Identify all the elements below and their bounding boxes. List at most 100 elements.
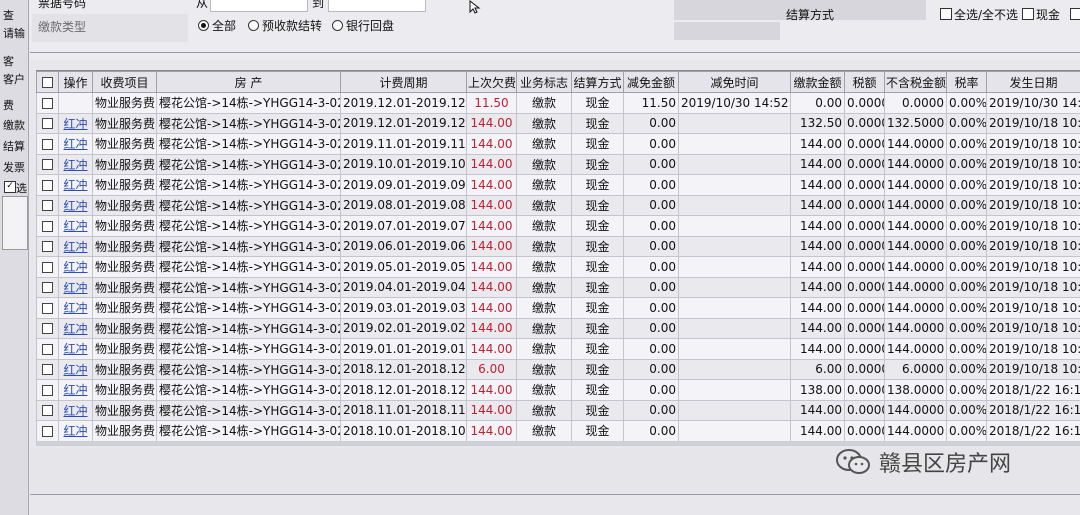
extra-checkbox[interactable]: [1070, 8, 1080, 20]
header-reduce-time[interactable]: 减免时间: [678, 71, 791, 93]
table-row[interactable]: 红冲 物业服务费 樱花公馆->14栋->YHGG14-3-0203 2018.12.0…: [36, 358, 1080, 380]
row-checkbox[interactable]: [42, 364, 53, 376]
header-flag[interactable]: 业务标志: [516, 71, 572, 93]
table-row[interactable]: 物业服务费 樱花公馆->14栋->YHGG14-3-0203 2019.12.01-…: [36, 92, 1080, 114]
cell-op[interactable]: [58, 92, 93, 114]
table-row[interactable]: 红冲 物业服务费 樱花公馆->14栋->YHGG14-3-0203 2019.07.0…: [36, 215, 1080, 237]
cell-select[interactable]: [36, 112, 59, 134]
from-input[interactable]: [210, 0, 308, 12]
table-row[interactable]: 红冲 物业服务费 樱花公馆->14栋->YHGG14-3-0203 2019.10.0…: [36, 153, 1080, 175]
cell-select[interactable]: [36, 317, 59, 339]
cell-select[interactable]: [36, 235, 59, 257]
red-reverse-link[interactable]: 红冲: [58, 276, 93, 298]
cell-select[interactable]: [36, 256, 59, 278]
radio-all[interactable]: [198, 20, 209, 31]
row-checkbox[interactable]: [42, 405, 53, 417]
table-row[interactable]: 红冲 物业服务费 樱花公馆->14栋->YHGG14-3-0203 2018.11.0…: [36, 399, 1080, 421]
row-checkbox[interactable]: [42, 282, 53, 294]
row-checkbox[interactable]: [42, 241, 53, 253]
select-all-checkbox[interactable]: [940, 8, 952, 20]
nav-item-customer[interactable]: 客: [3, 56, 27, 68]
red-reverse-link[interactable]: 红冲: [58, 133, 93, 155]
header-rate[interactable]: 税率: [946, 71, 987, 93]
nav-item-customer-2[interactable]: 客户: [3, 74, 27, 86]
cell-select[interactable]: [36, 92, 59, 114]
header-property[interactable]: 房 产: [156, 71, 341, 93]
header-notax[interactable]: 不含税金额: [884, 71, 947, 93]
radio-bank[interactable]: [332, 20, 343, 31]
nav-item-invoice[interactable]: 发票: [3, 162, 27, 174]
red-reverse-link[interactable]: 红冲: [58, 338, 93, 360]
red-reverse-link[interactable]: 红冲: [58, 297, 93, 319]
table-row[interactable]: 红冲 物业服务费 樱花公馆->14栋->YHGG14-3-0203 2019.12.0…: [36, 112, 1080, 134]
table-row[interactable]: 红冲 物业服务费 樱花公馆->14栋->YHGG14-3-0203 2018.12.0…: [36, 379, 1080, 401]
red-reverse-link[interactable]: 红冲: [58, 358, 93, 380]
red-reverse-link[interactable]: 红冲: [58, 194, 93, 216]
nav-item-input[interactable]: 请输: [3, 28, 27, 40]
red-reverse-link[interactable]: 红冲: [58, 379, 93, 401]
row-checkbox[interactable]: [42, 118, 53, 130]
header-period[interactable]: 计费周期: [340, 71, 467, 93]
red-reverse-link[interactable]: 红冲: [58, 420, 93, 441]
table-row[interactable]: 红冲 物业服务费 樱花公馆->14栋->YHGG14-3-0203 2019.03.0…: [36, 297, 1080, 319]
cell-select[interactable]: [36, 215, 59, 237]
cell-select[interactable]: [36, 133, 59, 155]
header-date[interactable]: 发生日期: [986, 71, 1080, 93]
header-paid[interactable]: 缴款金额: [790, 71, 845, 93]
cell-select[interactable]: [36, 297, 59, 319]
row-checkbox[interactable]: [42, 200, 53, 212]
row-checkbox[interactable]: [42, 343, 53, 355]
red-reverse-link[interactable]: 红冲: [58, 317, 93, 339]
red-reverse-link[interactable]: 红冲: [58, 215, 93, 237]
red-reverse-link[interactable]: 红冲: [58, 256, 93, 278]
header-reduce[interactable]: 减免金额: [623, 71, 679, 93]
cell-select[interactable]: [36, 358, 59, 380]
nav-select-checkbox[interactable]: ✓: [4, 181, 16, 193]
header-method[interactable]: 结算方式: [571, 71, 624, 93]
table-row[interactable]: 红冲 物业服务费 樱花公馆->14栋->YHGG14-3-0203 2019.04.0…: [36, 276, 1080, 298]
to-input[interactable]: [328, 0, 426, 12]
row-checkbox[interactable]: [42, 425, 53, 437]
row-checkbox[interactable]: [42, 159, 53, 171]
nav-item-query[interactable]: 查: [3, 10, 27, 22]
table-row[interactable]: 红冲 物业服务费 樱花公馆->14栋->YHGG14-3-0203 2019.09.0…: [36, 174, 1080, 196]
cell-select[interactable]: [36, 338, 59, 360]
cell-select[interactable]: [36, 153, 59, 175]
table-row[interactable]: 红冲 物业服务费 樱花公馆->14栋->YHGG14-3-0203 2019.06.0…: [36, 235, 1080, 257]
cell-select[interactable]: [36, 420, 59, 441]
table-row[interactable]: 红冲 物业服务费 樱花公馆->14栋->YHGG14-3-0203 2018.10.0…: [36, 420, 1080, 441]
radio-prepaid[interactable]: [248, 20, 259, 31]
header-checkbox[interactable]: [42, 77, 53, 88]
table-row[interactable]: 红冲 物业服务费 樱花公馆->14栋->YHGG14-3-0203 2019.02.0…: [36, 317, 1080, 339]
row-checkbox[interactable]: [42, 138, 53, 150]
cell-select[interactable]: [36, 399, 59, 421]
cell-select[interactable]: [36, 174, 59, 196]
header-tax[interactable]: 税额: [844, 71, 885, 93]
row-checkbox[interactable]: [42, 323, 53, 335]
row-checkbox[interactable]: [42, 220, 53, 232]
red-reverse-link[interactable]: 红冲: [58, 399, 93, 421]
nav-item-payment[interactable]: 缴款: [3, 120, 27, 132]
red-reverse-link[interactable]: 红冲: [58, 235, 93, 257]
header-arrears[interactable]: 上次欠费: [466, 71, 517, 93]
row-checkbox[interactable]: [42, 384, 53, 396]
row-checkbox[interactable]: [42, 302, 53, 314]
header-op[interactable]: 操作: [58, 71, 93, 93]
header-select[interactable]: [36, 71, 59, 93]
table-row[interactable]: 红冲 物业服务费 樱花公馆->14栋->YHGG14-3-0203 2019.01.0…: [36, 338, 1080, 360]
red-reverse-link[interactable]: 红冲: [58, 153, 93, 175]
cash-checkbox[interactable]: [1022, 8, 1034, 20]
table-row[interactable]: 红冲 物业服务费 樱花公馆->14栋->YHGG14-3-0203 2019.08.0…: [36, 194, 1080, 216]
cell-select[interactable]: [36, 379, 59, 401]
table-row[interactable]: 红冲 物业服务费 樱花公馆->14栋->YHGG14-3-0203 2019.11.0…: [36, 133, 1080, 155]
row-checkbox[interactable]: [42, 97, 53, 109]
nav-item-settle[interactable]: 结算: [3, 141, 27, 153]
cell-select[interactable]: [36, 276, 59, 298]
row-checkbox[interactable]: [42, 261, 53, 273]
table-row[interactable]: 红冲 物业服务费 樱花公馆->14栋->YHGG14-3-0203 2019.05.0…: [36, 256, 1080, 278]
cell-select[interactable]: [36, 194, 59, 216]
red-reverse-link[interactable]: 红冲: [58, 112, 93, 134]
row-checkbox[interactable]: [42, 179, 53, 191]
header-item[interactable]: 收费项目: [92, 71, 157, 93]
red-reverse-link[interactable]: 红冲: [58, 174, 93, 196]
